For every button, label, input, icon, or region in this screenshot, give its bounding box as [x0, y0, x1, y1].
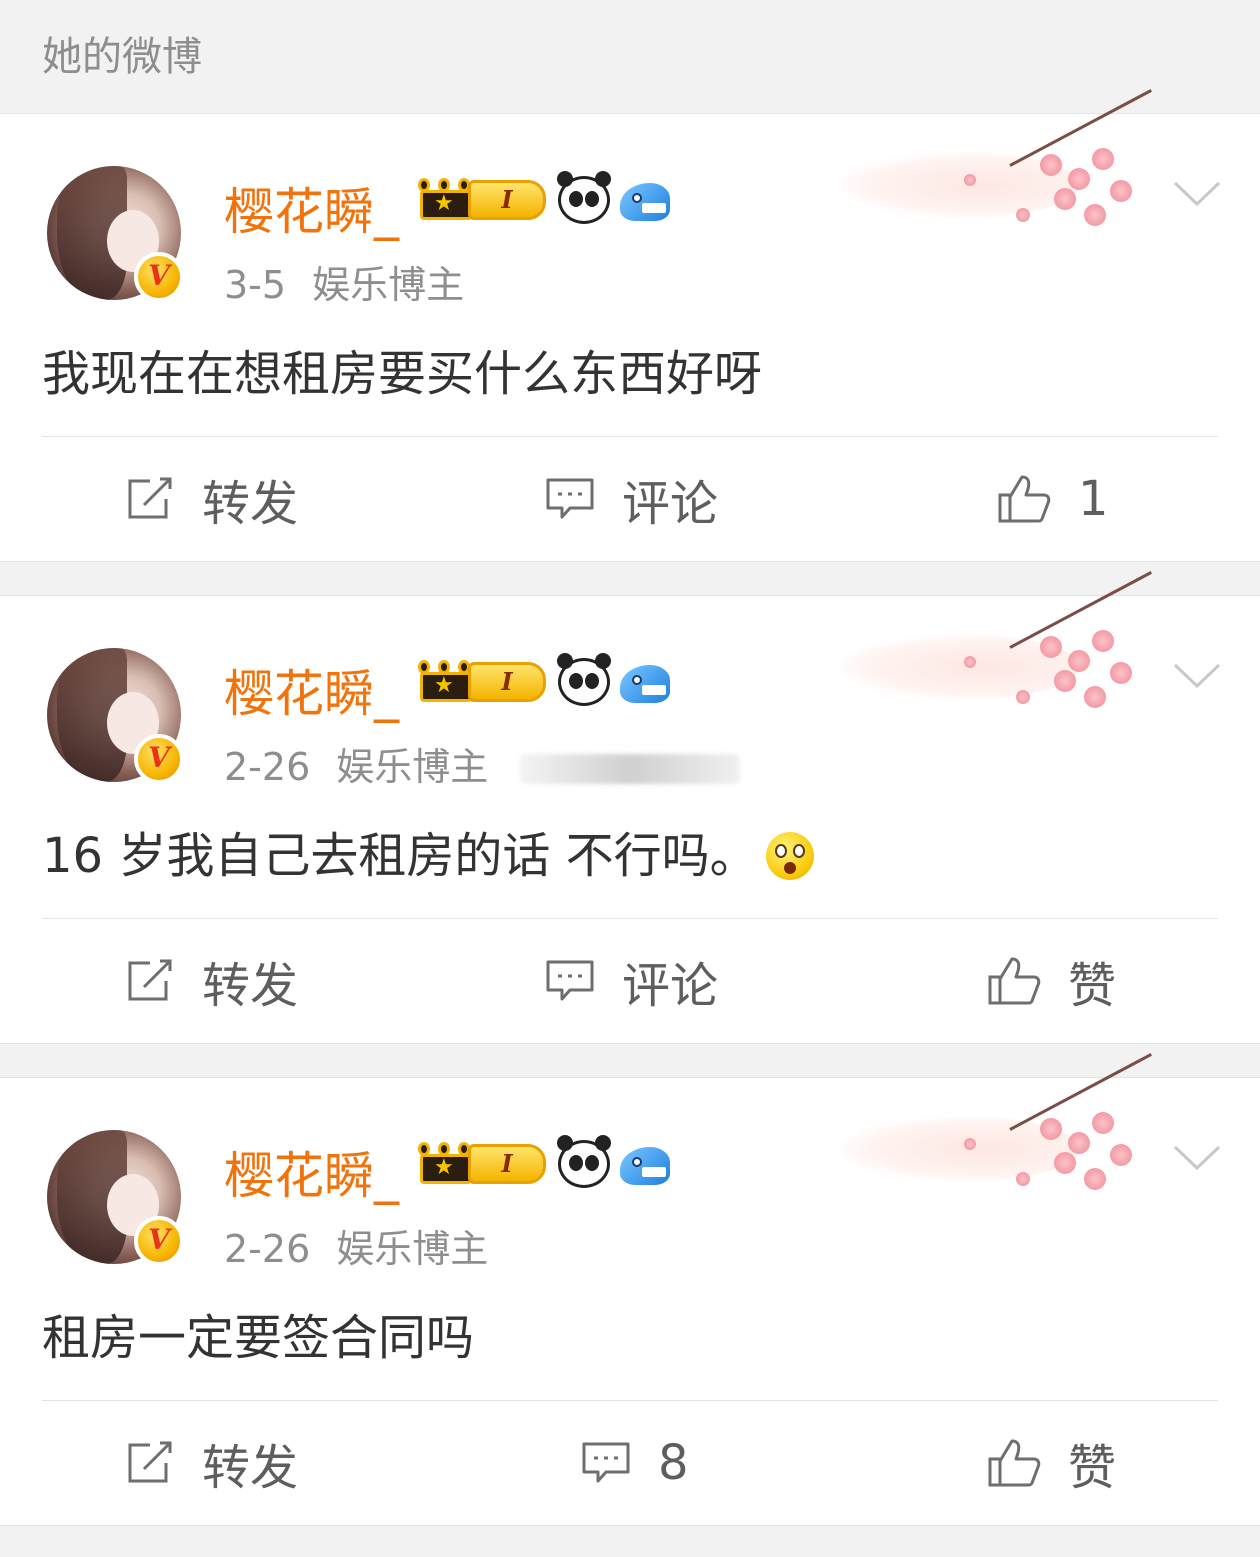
shark-icon[interactable]	[620, 1141, 672, 1187]
like-button[interactable]: 赞	[986, 1401, 1116, 1525]
comment-label: 评论	[622, 476, 719, 532]
repost-label: 转发	[202, 476, 299, 532]
verified-badge-icon: V	[134, 734, 184, 784]
like-button[interactable]: 1	[996, 437, 1109, 561]
level-badge-icon[interactable]: I	[468, 180, 546, 220]
chevron-down-icon[interactable]	[1172, 180, 1222, 208]
action-bar: 转发 8 赞	[0, 1401, 1260, 1525]
like-icon	[988, 1439, 1041, 1487]
cherry-blossom-decoration	[840, 89, 1170, 244]
comment-button[interactable]: 评论	[544, 437, 718, 561]
panda-icon[interactable]	[557, 1135, 611, 1188]
section-header: 她的微博	[0, 0, 1260, 114]
post-date: 2-26	[224, 745, 311, 789]
surprised-emoji-icon	[765, 832, 814, 880]
post-content[interactable]: 16 岁我自己去租房的话 不行吗。	[42, 816, 814, 886]
comment-button[interactable]: 8	[580, 1401, 689, 1525]
crown-badge-icon[interactable]: ★	[416, 1140, 474, 1188]
post-meta: 3-5 娱乐博主	[224, 254, 464, 309]
weibo-post[interactable]: V 樱花瞬_ ★ I 3-5 娱乐博主 我现在在想租房要买什么东西好呀 转发 评论…	[0, 89, 1260, 562]
user-badges: ★ I	[416, 1135, 672, 1190]
action-bar: 转发 评论 赞	[0, 919, 1260, 1043]
chevron-down-icon[interactable]	[1172, 1144, 1222, 1172]
weibo-post[interactable]: V 樱花瞬_ ★ I 2-26 娱乐博主 16 岁我自己去租房的话 不行吗。 转发…	[0, 571, 1260, 1044]
user-badges: ★ I	[416, 171, 672, 226]
chevron-down-icon[interactable]	[1172, 662, 1222, 690]
panda-icon[interactable]	[557, 653, 611, 706]
post-meta: 2-26 娱乐博主	[224, 1218, 488, 1273]
post-date: 2-26	[224, 1227, 311, 1271]
username[interactable]: 樱花瞬_	[224, 172, 399, 244]
repost-button[interactable]: 转发	[124, 919, 298, 1043]
repost-button[interactable]: 转发	[124, 1401, 298, 1525]
shark-icon[interactable]	[620, 177, 672, 223]
like-button[interactable]: 赞	[986, 919, 1116, 1043]
post-source: 娱乐博主	[336, 745, 489, 789]
repost-icon	[128, 1441, 172, 1483]
repost-icon	[128, 959, 172, 1001]
post-content-text: 16 岁我自己去租房的话 不行吗。	[42, 828, 758, 884]
like-label: 赞	[1068, 958, 1117, 1014]
cherry-blossom-decoration	[840, 1053, 1170, 1208]
like-icon	[998, 475, 1051, 523]
username[interactable]: 樱花瞬_	[224, 654, 399, 726]
like-icon	[988, 957, 1041, 1005]
repost-icon	[128, 477, 172, 519]
post-source: 娱乐博主	[336, 1227, 489, 1271]
weibo-post[interactable]: V 樱花瞬_ ★ I 2-26 娱乐博主 租房一定要签合同吗 转发 8 赞	[0, 1053, 1260, 1526]
comment-icon	[582, 1442, 630, 1483]
action-bar: 转发 评论 1	[0, 437, 1260, 561]
post-content[interactable]: 租房一定要签合同吗	[42, 1298, 474, 1368]
level-badge-icon[interactable]: I	[468, 1144, 546, 1184]
comment-icon	[546, 960, 594, 1001]
panda-icon[interactable]	[557, 171, 611, 224]
verified-badge-icon: V	[134, 1216, 184, 1266]
repost-button[interactable]: 转发	[124, 437, 298, 561]
repost-label: 转发	[202, 1440, 299, 1496]
post-separator	[0, 562, 1260, 596]
crown-badge-icon[interactable]: ★	[416, 176, 474, 224]
repost-label: 转发	[202, 958, 299, 1014]
shark-icon[interactable]	[620, 659, 672, 705]
comment-button[interactable]: 评论	[544, 919, 718, 1043]
cherry-blossom-decoration	[840, 571, 1170, 726]
verified-badge-icon: V	[134, 252, 184, 302]
crown-badge-icon[interactable]: ★	[416, 658, 474, 706]
post-source: 娱乐博主	[312, 263, 465, 307]
username[interactable]: 樱花瞬_	[224, 1136, 399, 1208]
post-meta: 2-26 娱乐博主	[224, 736, 488, 791]
post-date: 3-5	[224, 263, 287, 307]
level-badge-icon[interactable]: I	[468, 662, 546, 702]
post-separator	[0, 1044, 1260, 1078]
like-label: 1	[1078, 471, 1109, 527]
blurred-text	[520, 754, 740, 784]
comment-icon	[546, 478, 594, 519]
like-label: 赞	[1068, 1440, 1117, 1496]
post-content[interactable]: 我现在在想租房要买什么东西好呀	[42, 334, 762, 404]
user-badges: ★ I	[416, 653, 672, 708]
section-title: 她的微博	[42, 34, 202, 80]
comment-label: 评论	[622, 958, 719, 1014]
comment-label: 8	[658, 1435, 689, 1491]
